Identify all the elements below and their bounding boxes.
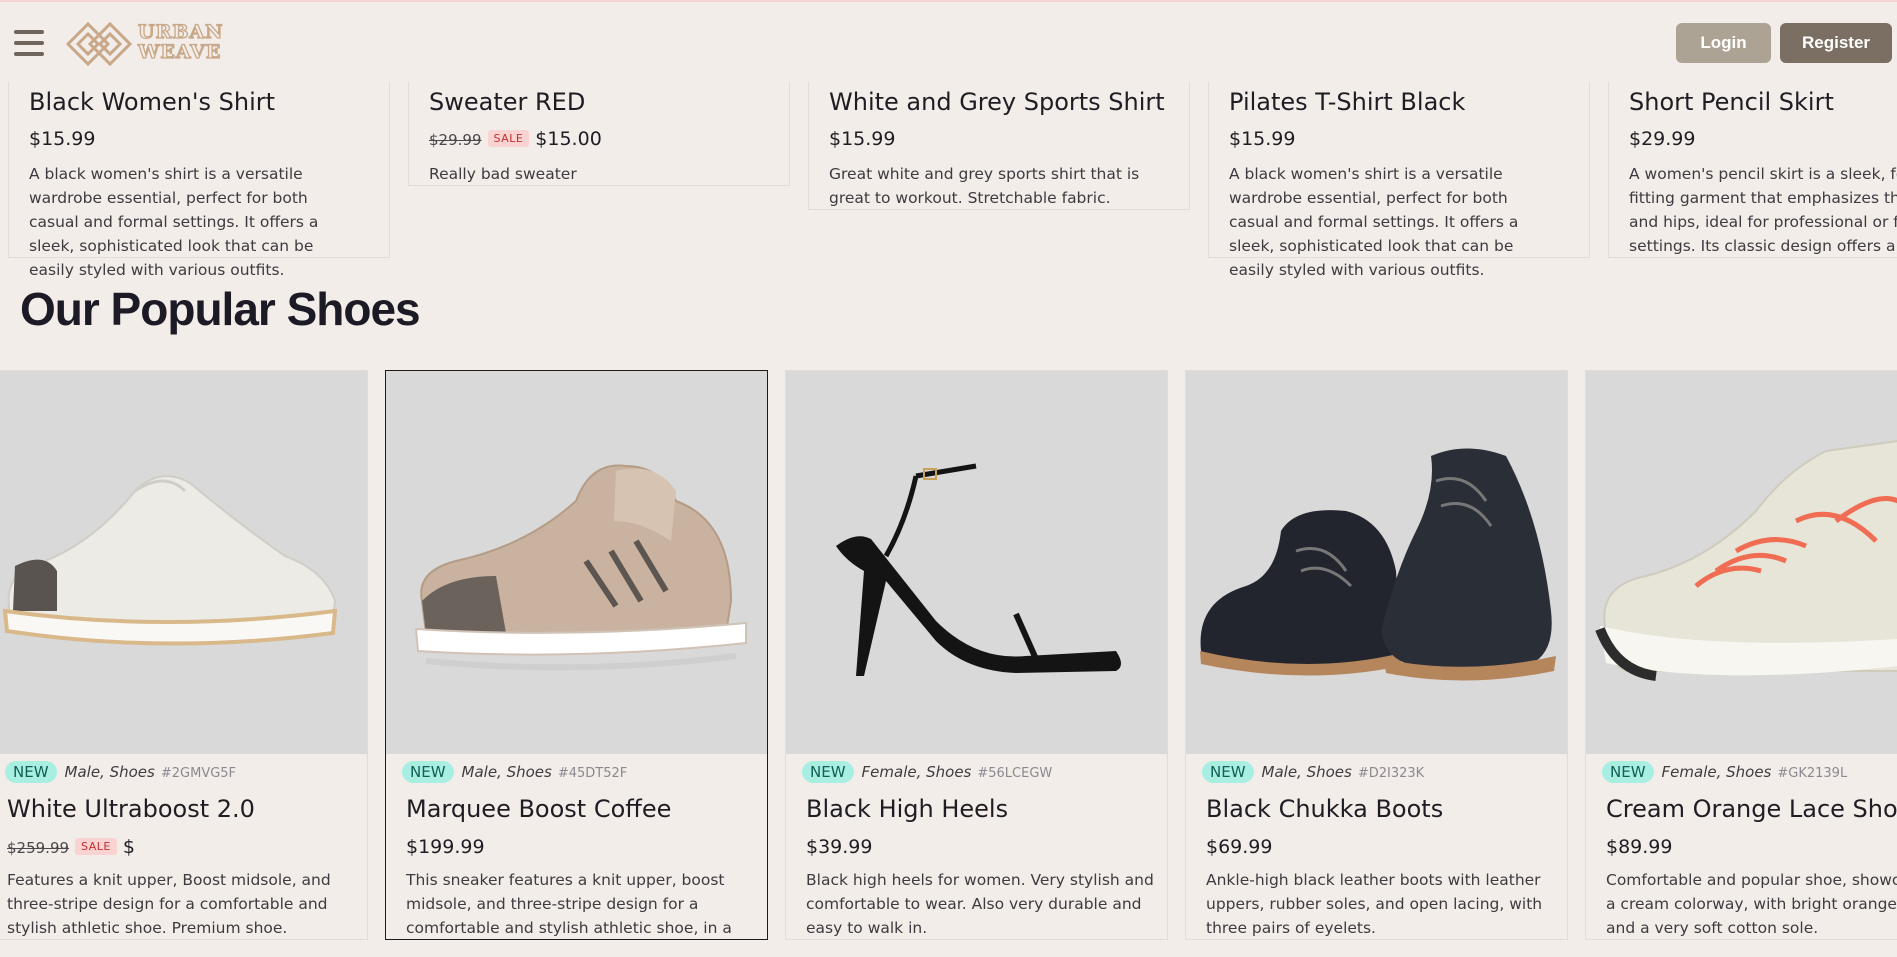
sale-badge: SALE (487, 130, 530, 147)
product-image[interactable] (1186, 371, 1567, 754)
new-badge: NEW (5, 761, 57, 783)
product-category: Female, Shoes (1661, 763, 1772, 781)
product-price: $199.99 (406, 836, 485, 858)
product-sku: #45DT52F (557, 766, 628, 781)
product-image[interactable] (386, 371, 767, 754)
product-price: $69.99 (1206, 836, 1273, 858)
product-price: $39.99 (806, 836, 873, 858)
product-name[interactable]: Black Chukka Boots (1206, 795, 1443, 823)
product-category: Male, Shoes (1261, 763, 1352, 781)
product-price: $15.99 (29, 128, 96, 150)
product-card[interactable]: Short Pencil Skirt $29.99 A women's penc… (1608, 58, 1897, 258)
product-name[interactable]: White and Grey Sports Shirt (829, 88, 1165, 116)
product-meta: NEW Female, Shoes #56LCEGW (802, 761, 1052, 783)
product-meta: NEW Male, Shoes #45DT52F (402, 761, 627, 783)
product-card[interactable]: Black Women's Shirt $15.99 A black women… (8, 58, 390, 279)
product-category: Male, Shoes (461, 763, 552, 781)
logo-mark-icon (65, 21, 133, 67)
product-sku: #GK2139L (1777, 766, 1848, 781)
product-image[interactable] (1586, 371, 1897, 754)
product-price-block: $259.99 SALE $ (7, 836, 135, 858)
sale-badge: SALE (75, 838, 117, 855)
product-name[interactable]: Black Women's Shirt (29, 88, 275, 116)
product-meta: NEW Male, Shoes #D2I323K (1202, 761, 1424, 783)
logo-text: URBAN WEAVE (137, 21, 224, 63)
section-title: Our Popular Shoes (20, 283, 421, 335)
original-price: $259.99 (7, 839, 70, 857)
shoe-card[interactable]: NEW Male, Shoes #45DT52F Marquee Boost Cof… (385, 370, 768, 940)
product-price: $89.99 (1606, 836, 1673, 858)
cream-orange-shoe-image (1595, 440, 1897, 681)
new-badge: NEW (802, 761, 854, 783)
product-description: Ankle-high black leather boots with leat… (1206, 871, 1543, 937)
product-description: A women's pencil skirt is a sleek, form-… (1629, 165, 1897, 255)
product-name[interactable]: Cream Orange Lace Shoes (1606, 795, 1897, 823)
product-meta: NEW Female, Shoes #GK2139L (1602, 761, 1847, 783)
product-name[interactable]: Sweater RED (429, 88, 585, 116)
product-name[interactable]: Black High Heels (806, 795, 1008, 823)
product-sku: #2GMVG5F (160, 766, 237, 781)
original-price: $29.99 (429, 131, 482, 149)
black-heel-image (836, 463, 1121, 676)
sale-price: $15.00 (535, 128, 602, 150)
product-category: Female, Shoes (861, 763, 972, 781)
product-card[interactable]: Pilates T-Shirt Black $15.99 A black wom… (1208, 58, 1590, 279)
product-name[interactable]: Short Pencil Skirt (1629, 88, 1834, 116)
shoe-card[interactable]: NEW Male, Shoes #2GMVG5F White Ultraboost … (0, 370, 368, 940)
product-description: Great white and grey sports shirt that i… (829, 165, 1140, 207)
new-badge: NEW (402, 761, 454, 783)
product-description: A black women's shirt is a versatile war… (29, 165, 319, 279)
sale-price: $ (122, 836, 135, 858)
logo-line-1: URBAN (137, 21, 224, 43)
login-button[interactable]: Login (1676, 23, 1771, 63)
product-description: Features a knit upper, Boost midsole, an… (7, 871, 331, 937)
new-badge: NEW (1602, 761, 1654, 783)
product-sku: #D2I323K (1357, 766, 1425, 781)
product-description: Black high heels for women. Very stylish… (806, 871, 1154, 937)
product-name[interactable]: Marquee Boost Coffee (406, 795, 671, 823)
product-description: Comfortable and popular shoe, showcasing… (1606, 871, 1897, 937)
product-description: This sneaker features a knit upper, boos… (406, 871, 732, 937)
product-description: Really bad sweater (429, 165, 577, 183)
product-price: $15.99 (829, 128, 896, 150)
new-badge: NEW (1202, 761, 1254, 783)
product-price: $29.99 (1629, 128, 1696, 150)
product-sku: #56LCEGW (977, 766, 1053, 781)
beige-sneaker-image (414, 464, 747, 671)
product-description: A black women's shirt is a versatile war… (1229, 165, 1519, 279)
register-button[interactable]: Register (1780, 23, 1892, 63)
product-meta: NEW Male, Shoes #2GMVG5F (5, 761, 236, 783)
product-price: $15.99 (1229, 128, 1296, 150)
shoe-card[interactable]: NEW Female, Shoes #56LCEGW Black High Heel… (785, 370, 1168, 940)
menu-icon[interactable] (14, 30, 44, 58)
product-image[interactable] (0, 371, 367, 754)
product-price-block: $29.99 SALE $15.00 (429, 128, 602, 150)
shoe-card[interactable]: NEW Female, Shoes #GK2139L Cream Orange La… (1585, 370, 1897, 940)
site-header: URBAN WEAVE Login Register (0, 2, 1897, 82)
product-name[interactable]: Pilates T-Shirt Black (1229, 88, 1465, 116)
black-boots-image (1200, 448, 1556, 681)
logo-line-2: WEAVE (137, 41, 222, 63)
shoe-card[interactable]: NEW Male, Shoes #D2I323K Black Chukka Boot… (1185, 370, 1568, 940)
product-category: Male, Shoes (64, 763, 155, 781)
white-sneaker-image (2, 475, 338, 646)
product-image[interactable] (786, 371, 1167, 754)
product-name[interactable]: White Ultraboost 2.0 (7, 795, 255, 823)
brand-logo[interactable]: URBAN WEAVE (64, 18, 234, 70)
